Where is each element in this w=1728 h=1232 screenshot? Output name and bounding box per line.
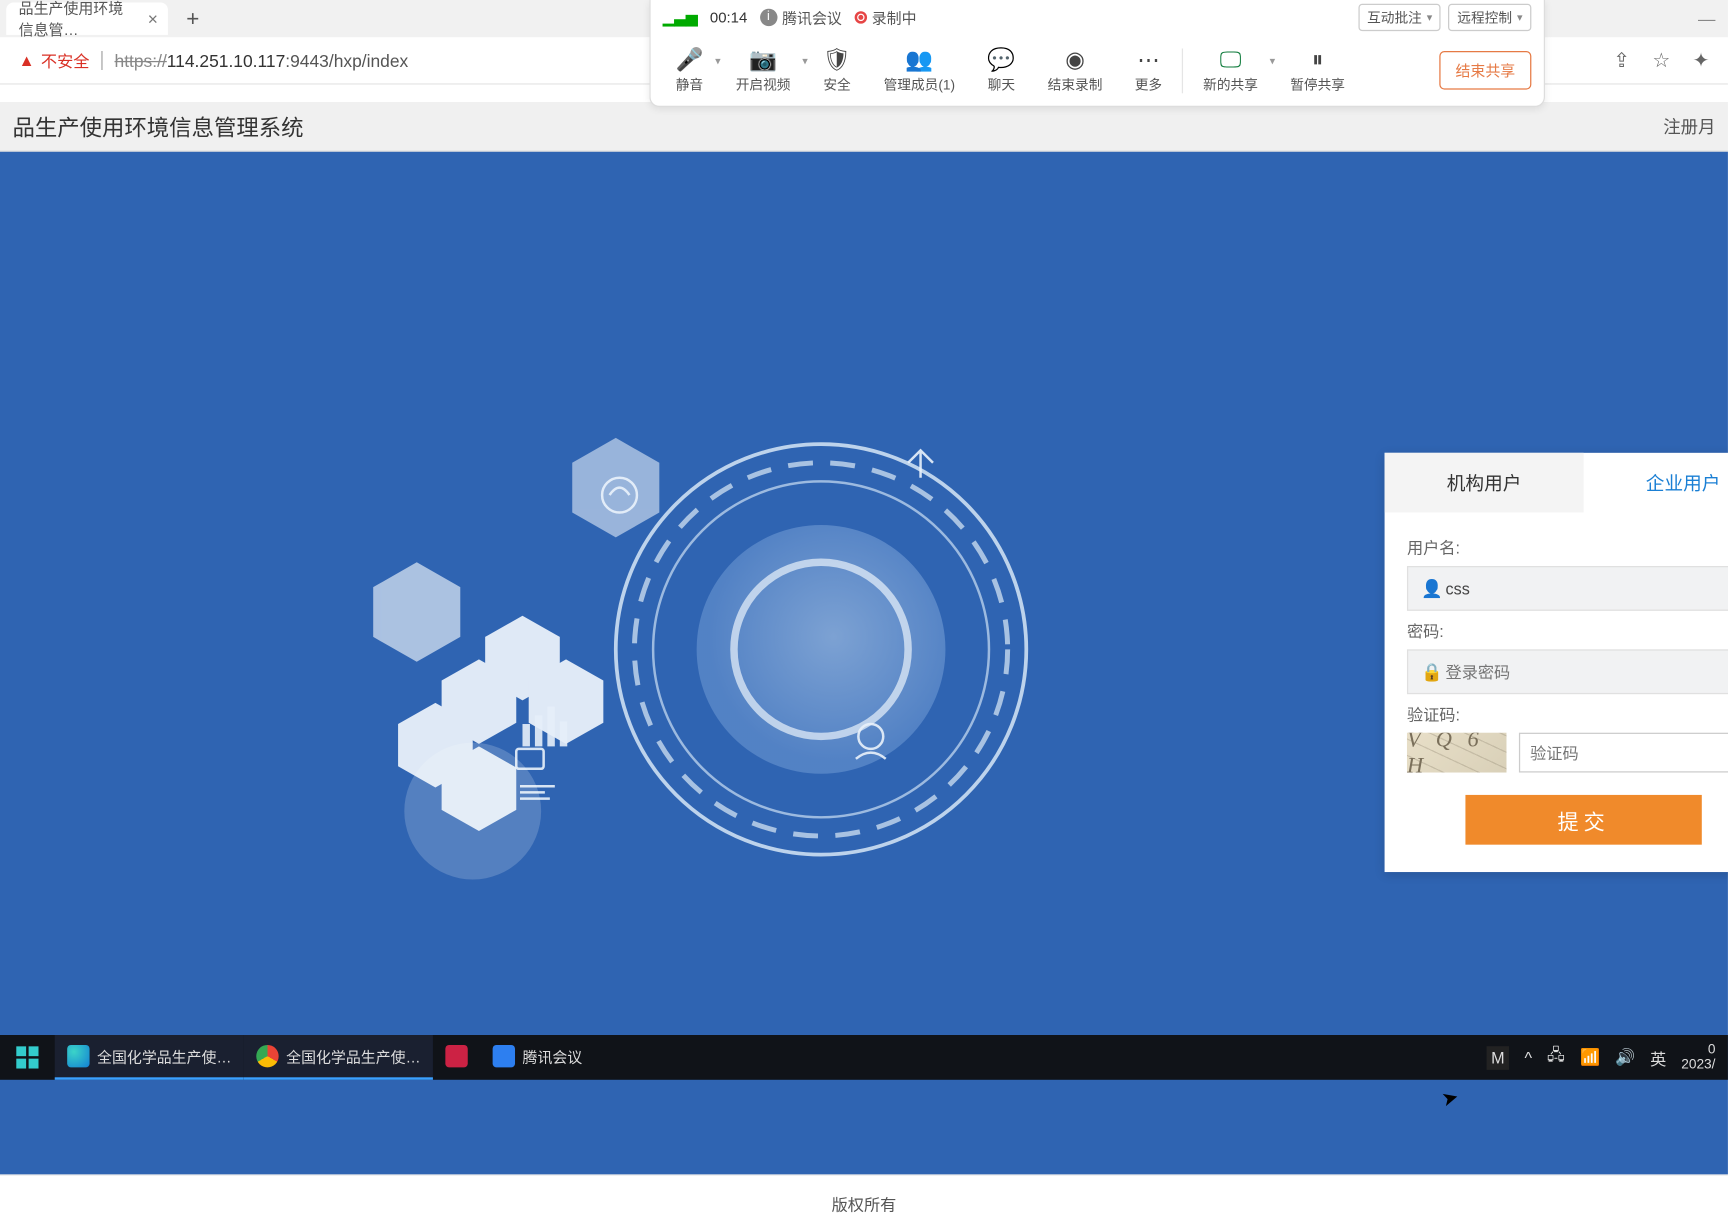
tab-title: 品生产使用环境信息管…: [19, 0, 131, 40]
submit-button[interactable]: 提交: [1465, 795, 1701, 845]
password-input[interactable]: [1446, 662, 1728, 681]
star-icon[interactable]: ☆: [1652, 48, 1670, 73]
edge-icon: [67, 1045, 89, 1067]
recording-badge: 录制中: [854, 7, 916, 28]
browser-tab[interactable]: 品生产使用环境信息管… ×: [6, 2, 168, 34]
stop-record-button[interactable]: ◉结束录制: [1035, 47, 1115, 94]
hero-graphic: [323, 413, 1219, 960]
url-text[interactable]: https://114.251.10.117:9443/hxp/index: [115, 50, 409, 70]
tray-chevron-icon[interactable]: ^: [1524, 1048, 1532, 1067]
meeting-brand: i腾讯会议: [760, 7, 842, 28]
insecure-badge[interactable]: ▲ 不安全: [19, 49, 90, 73]
login-card: 机构用户 企业用户 用户名: 👤 密码: 🔒 验证码: V Q 6 H 提交: [1385, 453, 1728, 872]
mute-button[interactable]: 🎤▾静音: [663, 47, 716, 94]
people-icon: 👥: [905, 47, 933, 74]
annotation-select[interactable]: 互动批注: [1358, 4, 1441, 31]
tray-volume-icon[interactable]: 🔊: [1615, 1047, 1635, 1067]
register-link[interactable]: 注册月: [1663, 114, 1715, 139]
mic-icon: 🎤: [675, 47, 703, 74]
pause-share-button[interactable]: ⏸暂停共享: [1278, 47, 1358, 94]
share-icon[interactable]: ⇪: [1613, 48, 1630, 73]
main-content: 机构用户 企业用户 用户名: 👤 密码: 🔒 验证码: V Q 6 H 提交 ➤: [0, 152, 1728, 1175]
members-button[interactable]: 👥管理成员(1): [871, 47, 967, 94]
record-icon: [854, 11, 866, 23]
window-minimize-icon[interactable]: —: [1698, 9, 1715, 29]
taskbar: 全国化学品生产使… 全国化学品生产使… 腾讯会议 M ^ 🖧 📶 🔊 英 0 2…: [0, 1035, 1728, 1080]
tray-ime[interactable]: 英: [1650, 1046, 1666, 1070]
tray-icon[interactable]: M: [1486, 1046, 1509, 1070]
start-button[interactable]: [0, 1035, 55, 1080]
more-icon: ⋯: [1137, 47, 1159, 74]
screen-share-icon: 🖵: [1220, 47, 1242, 74]
user-icon: 👤: [1418, 578, 1445, 599]
camera-off-icon: 📷: [749, 47, 777, 74]
video-button[interactable]: 📷▾开启视频: [723, 47, 803, 94]
security-button[interactable]: 🛡安全: [810, 47, 863, 94]
chat-button[interactable]: 💬聊天: [975, 47, 1028, 94]
more-button[interactable]: ⋯更多: [1122, 47, 1174, 94]
tray-network-icon[interactable]: 🖧: [1547, 1044, 1565, 1071]
meeting-toolbar: ▁▃▅ 00:14 i腾讯会议 录制中 互动批注 远程控制 🎤▾静音 📷▾开启视…: [649, 0, 1545, 107]
meeting-timer: 00:14: [710, 9, 747, 26]
new-tab-button[interactable]: +: [180, 6, 205, 32]
insecure-label: 不安全: [41, 49, 90, 73]
password-label: 密码:: [1407, 618, 1728, 642]
taskbar-app-edge[interactable]: 全国化学品生产使…: [55, 1035, 244, 1080]
tab-enterprise-user[interactable]: 企业用户: [1584, 453, 1728, 513]
extensions-icon[interactable]: ✦: [1693, 48, 1710, 73]
cursor-icon: ➤: [1439, 1084, 1462, 1112]
signal-icon: ▁▃▅: [663, 9, 697, 26]
captcha-input[interactable]: [1519, 733, 1728, 773]
chat-icon: 💬: [987, 47, 1015, 74]
stop-record-icon: ◉: [1065, 47, 1085, 74]
page-footer: 版权所有: [0, 1174, 1728, 1231]
username-field-wrap: 👤: [1407, 566, 1728, 611]
pause-icon: ⏸: [1312, 47, 1323, 74]
remote-control-select[interactable]: 远程控制: [1449, 4, 1532, 31]
lock-icon: 🔒: [1418, 661, 1445, 682]
close-icon[interactable]: ×: [148, 9, 158, 29]
new-share-button[interactable]: 🖵▾新的共享: [1191, 47, 1271, 94]
taskbar-label: 腾讯会议: [523, 1046, 583, 1067]
taskbar-label: 全国化学品生产使…: [286, 1046, 420, 1067]
username-label: 用户名:: [1407, 535, 1728, 559]
page-header: 品生产使用环境信息管理系统 注册月: [0, 102, 1728, 152]
stop-share-button[interactable]: 结束共享: [1439, 51, 1531, 90]
chrome-icon: [256, 1045, 278, 1067]
taskbar-app-3[interactable]: [433, 1035, 480, 1080]
tencent-meeting-icon: [493, 1045, 515, 1067]
tab-org-user[interactable]: 机构用户: [1385, 453, 1584, 513]
taskbar-label: 全国化学品生产使…: [97, 1046, 231, 1067]
captcha-label: 验证码:: [1407, 702, 1728, 726]
shield-icon: 🛡: [823, 47, 851, 74]
page-title: 品生产使用环境信息管理系统: [12, 110, 303, 142]
taskbar-clock[interactable]: 0 2023/: [1681, 1042, 1715, 1072]
tray-wifi-icon[interactable]: 📶: [1580, 1047, 1600, 1067]
username-input[interactable]: [1446, 579, 1728, 598]
app-icon: [445, 1045, 467, 1067]
taskbar-app-tencent[interactable]: 腾讯会议: [480, 1035, 594, 1080]
captcha-image[interactable]: V Q 6 H: [1407, 733, 1507, 773]
password-field-wrap: 🔒: [1407, 649, 1728, 694]
taskbar-app-chrome[interactable]: 全国化学品生产使…: [244, 1035, 433, 1080]
copyright-text: 版权所有: [832, 1192, 897, 1216]
warning-icon: ▲: [19, 51, 35, 70]
